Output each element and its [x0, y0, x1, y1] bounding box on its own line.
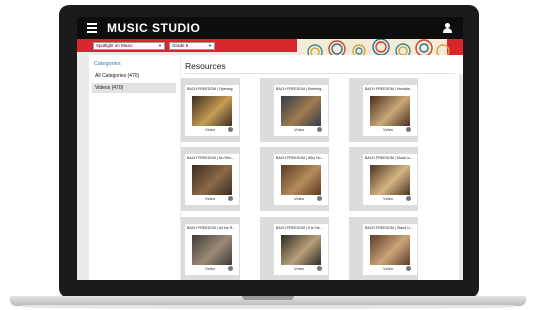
decorative-banner — [297, 39, 463, 55]
sidebar-item-videos[interactable]: Videos (470) — [92, 83, 176, 93]
resource-card[interactable]: BACH FREEDOM | All the R... Video — [181, 217, 240, 280]
card-title: BACH FREEDOM | No Res... — [187, 156, 234, 160]
resource-card[interactable]: BACH FREEDOM | Entering... Video — [260, 78, 329, 142]
play-icon[interactable] — [228, 196, 233, 201]
card-title: BACH FREEDOM | It is Far... — [276, 226, 323, 230]
resource-card[interactable]: BACH FREEDOM | Stand U... Video — [349, 217, 418, 280]
play-icon[interactable] — [228, 266, 233, 271]
play-icon[interactable] — [317, 127, 322, 132]
card-title: BACH FREEDOM | All the R... — [187, 226, 236, 230]
card-type-label: Video — [205, 127, 216, 132]
card-body: BACH FREEDOM | Music is... Video — [363, 154, 417, 205]
card-type-label: Video — [294, 266, 305, 271]
video-thumbnail[interactable] — [192, 235, 232, 265]
scrollbar[interactable] — [459, 74, 463, 280]
video-thumbnail[interactable] — [192, 165, 232, 195]
user-icon[interactable] — [443, 23, 452, 33]
card-title: BACH FREEDOM | Entering... — [276, 87, 325, 91]
program-select[interactable]: Spotlight on Music ▼ — [93, 42, 165, 50]
card-type-label: Video — [294, 127, 305, 132]
chevron-down-icon: ▼ — [208, 43, 212, 48]
play-icon[interactable] — [406, 266, 411, 271]
laptop-notch — [242, 296, 294, 300]
resources-panel: Resources BACH FREEDOM | Opening Video BAC… — [181, 55, 463, 280]
card-body: BACH FREEDOM | Hornbla... Video — [363, 85, 417, 136]
card-body: BACH FREEDOM | Why No... Video — [274, 154, 328, 205]
program-select-value: Spotlight on Music — [96, 43, 133, 48]
resource-card[interactable]: BACH FREEDOM | No Res... Video — [181, 147, 240, 211]
resource-card[interactable]: BACH FREEDOM | Opening Video — [181, 78, 240, 142]
menu-icon[interactable] — [87, 23, 97, 33]
card-title: BACH FREEDOM | Why No... — [276, 156, 324, 160]
card-type-label: Video — [383, 196, 394, 201]
play-icon[interactable] — [228, 127, 233, 132]
card-title: BACH FREEDOM | Stand U... — [365, 226, 413, 230]
card-title: BACH FREEDOM | Music is... — [365, 156, 413, 160]
play-icon[interactable] — [406, 196, 411, 201]
resource-card[interactable]: BACH FREEDOM | Why No... Video — [260, 147, 329, 211]
video-thumbnail[interactable] — [281, 235, 321, 265]
chevron-down-icon: ▼ — [158, 43, 162, 48]
card-type-label: Video — [383, 127, 394, 132]
card-body: BACH FREEDOM | Stand U... Video — [363, 224, 417, 275]
video-thumbnail[interactable] — [281, 96, 321, 126]
card-type-label: Video — [294, 196, 305, 201]
card-body: BACH FREEDOM | Entering... Video — [274, 85, 328, 136]
video-thumbnail[interactable] — [370, 165, 410, 195]
card-title: BACH FREEDOM | Hornbla... — [365, 87, 413, 91]
card-body: BACH FREEDOM | No Res... Video — [185, 154, 239, 205]
card-type-label: Video — [205, 266, 216, 271]
card-body: BACH FREEDOM | It is Far... Video — [274, 224, 328, 275]
categories-heading: Categories — [94, 61, 121, 67]
card-type-label: Video — [383, 266, 394, 271]
app-title: MUSIC STUDIO — [107, 21, 201, 35]
resource-card[interactable]: BACH FREEDOM | Music is... Video — [349, 147, 418, 211]
divider — [185, 73, 455, 74]
play-icon[interactable] — [406, 127, 411, 132]
video-thumbnail[interactable] — [281, 165, 321, 195]
sidebar-item-all-categories[interactable]: All Categories (470) — [92, 71, 176, 81]
video-thumbnail[interactable] — [370, 235, 410, 265]
resource-card[interactable]: BACH FREEDOM | It is Far... Video — [260, 217, 329, 280]
card-title: BACH FREEDOM | Opening — [187, 87, 233, 91]
grade-select[interactable]: Grade 5 ▼ — [169, 42, 215, 50]
laptop-shadow — [22, 305, 514, 309]
card-body: BACH FREEDOM | All the R... Video — [185, 224, 239, 275]
video-thumbnail[interactable] — [192, 96, 232, 126]
page-title: Resources — [185, 61, 226, 71]
video-thumbnail[interactable] — [370, 96, 410, 126]
play-icon[interactable] — [317, 266, 322, 271]
resource-card[interactable]: BACH FREEDOM | Hornbla... Video — [349, 78, 418, 142]
grade-select-value: Grade 5 — [172, 43, 189, 48]
card-body: BACH FREEDOM | Opening Video — [185, 85, 239, 136]
app-screen: MUSIC STUDIO Spotlight on Music ▼ Grade … — [77, 17, 463, 280]
top-bar: MUSIC STUDIO — [77, 17, 463, 39]
play-icon[interactable] — [317, 196, 322, 201]
sidebar: Categories All Categories (470) Videos (… — [89, 55, 180, 280]
card-type-label: Video — [205, 196, 216, 201]
